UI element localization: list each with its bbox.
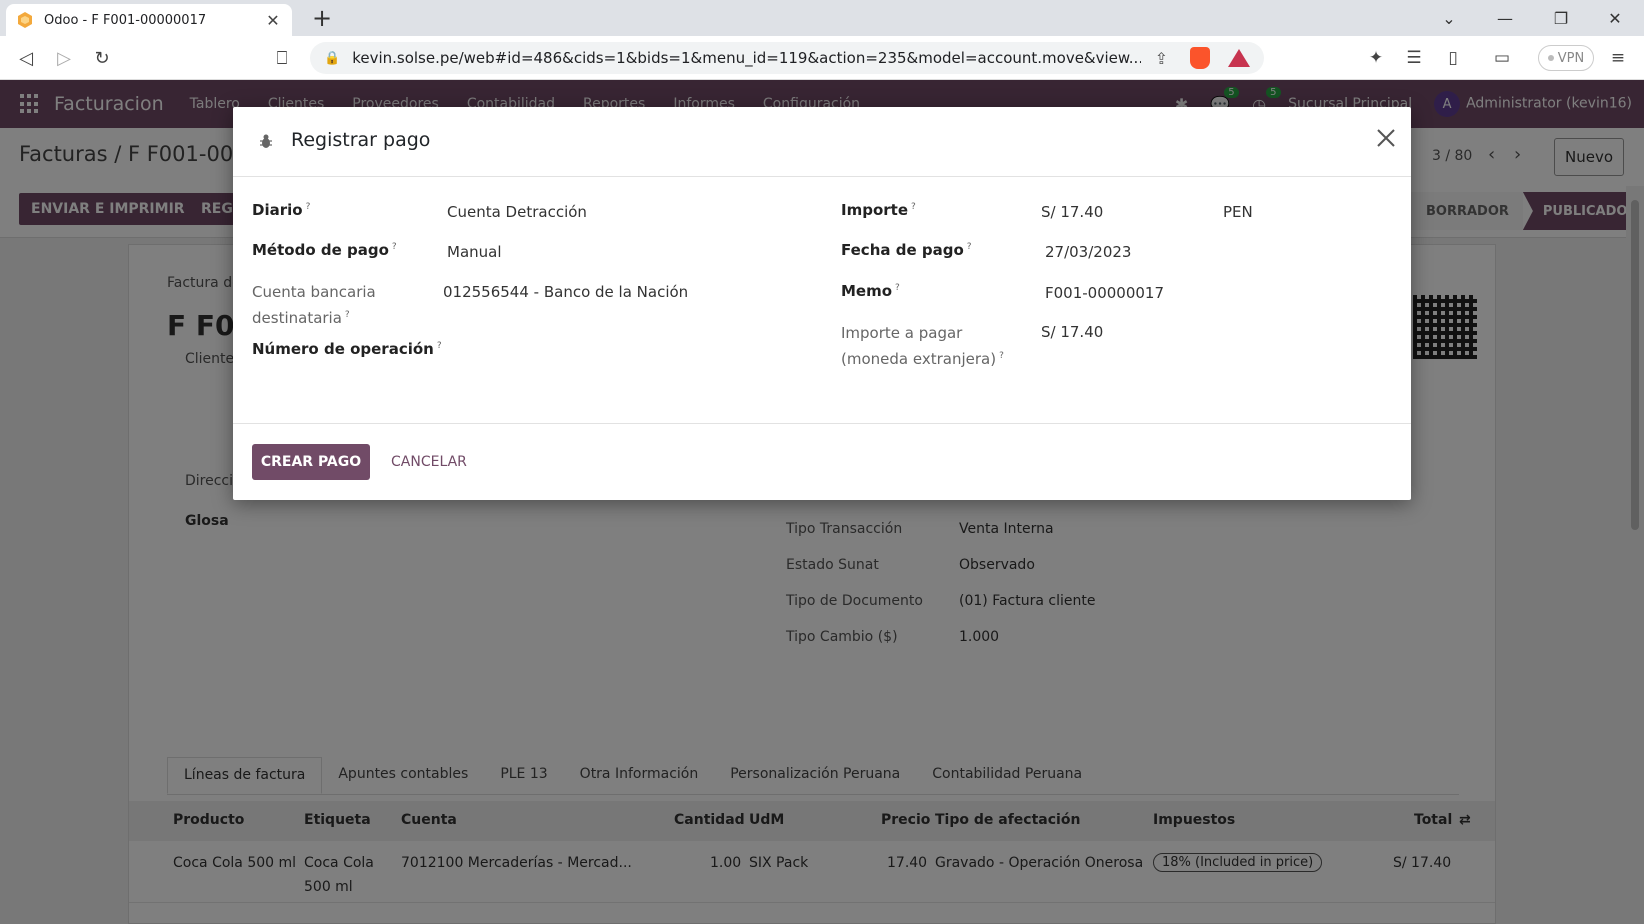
- vpn-status-icon: [1547, 55, 1554, 61]
- payment-date-label: Fecha de pago?: [841, 241, 972, 259]
- dialog-title: Registrar pago: [291, 129, 431, 151]
- restore-icon[interactable]: ❐: [1536, 0, 1586, 36]
- minimize-icon[interactable]: —: [1480, 0, 1530, 36]
- share-icon[interactable]: ⇪: [1155, 49, 1168, 68]
- back-icon[interactable]: ◁: [12, 44, 40, 72]
- brave-rewards-icon[interactable]: [1228, 49, 1250, 67]
- reload-icon[interactable]: ↻: [88, 44, 116, 72]
- foreign-amount-value: S/ 17.40: [1041, 323, 1104, 341]
- tab-search-icon[interactable]: ⌄: [1424, 0, 1474, 36]
- foreign-amount-label: Importe a pagar (moneda extranjera)?: [841, 324, 1004, 368]
- vpn-button[interactable]: VPN: [1538, 45, 1594, 71]
- browser-menu-icon[interactable]: ≡: [1606, 46, 1630, 70]
- cancel-button[interactable]: CANCELAR: [383, 444, 475, 480]
- memo-field[interactable]: F001-00000017: [1045, 284, 1164, 302]
- lock-icon: 🔒: [324, 50, 341, 66]
- payment-method-field[interactable]: Manual: [447, 243, 502, 261]
- new-tab-icon[interactable]: +: [308, 4, 336, 32]
- playlist-icon[interactable]: ☰: [1402, 46, 1426, 70]
- sidebar-icon[interactable]: ▯: [1441, 46, 1465, 70]
- browser-tab[interactable]: Odoo - F F001-00000017 ✕: [6, 4, 292, 36]
- url-text: kevin.solse.pe/web#id=486&cids=1&bids=1&…: [352, 49, 1141, 67]
- browser-tabstrip: Odoo - F F001-00000017 ✕ + ⌄ — ❐ ✕: [0, 0, 1644, 36]
- amount-field[interactable]: S/ 17.40: [1041, 203, 1103, 221]
- create-payment-button[interactable]: CREAR PAGO: [252, 444, 370, 480]
- bank-account-field[interactable]: 012556544 - Banco de la Nación: [443, 283, 688, 301]
- tab-close-icon[interactable]: ✕: [264, 11, 282, 30]
- window-close-icon[interactable]: ✕: [1590, 0, 1640, 36]
- payment-method-label: Método de pago?: [252, 241, 397, 259]
- operation-number-label: Número de operación?: [252, 340, 442, 358]
- brave-shields-icon[interactable]: [1190, 47, 1210, 69]
- browser-toolbar: ◁ ▷ ↻ ⎕ 🔒 kevin.solse.pe/web#id=486&cids…: [0, 36, 1644, 80]
- dialog-footer: CREAR PAGO CANCELAR: [233, 423, 1411, 500]
- tab-title: Odoo - F F001-00000017: [44, 12, 207, 28]
- register-payment-dialog: Registrar pago Diario? Cuenta Detracción…: [233, 107, 1411, 500]
- close-icon[interactable]: [1373, 125, 1399, 151]
- wallet-icon[interactable]: ▭: [1490, 46, 1514, 70]
- vpn-label: VPN: [1557, 50, 1585, 66]
- bug-icon[interactable]: [259, 133, 273, 149]
- journal-label: Diario?: [252, 201, 311, 219]
- currency-field[interactable]: PEN: [1223, 203, 1253, 221]
- odoo-favicon-icon: [18, 12, 32, 28]
- bookmark-icon[interactable]: ⎕: [268, 44, 296, 72]
- forward-icon[interactable]: ▷: [50, 44, 78, 72]
- amount-label: Importe?: [841, 201, 916, 219]
- address-bar[interactable]: 🔒 kevin.solse.pe/web#id=486&cids=1&bids=…: [310, 42, 1264, 74]
- memo-label: Memo?: [841, 282, 900, 300]
- payment-date-field[interactable]: 27/03/2023: [1045, 243, 1131, 261]
- journal-field[interactable]: Cuenta Detracción: [447, 203, 587, 221]
- operation-number-input[interactable]: [447, 340, 787, 362]
- bank-account-label: Cuenta bancaria destinataria?: [252, 283, 376, 327]
- extensions-icon[interactable]: ✦: [1364, 46, 1388, 70]
- dialog-header: Registrar pago: [233, 107, 1411, 177]
